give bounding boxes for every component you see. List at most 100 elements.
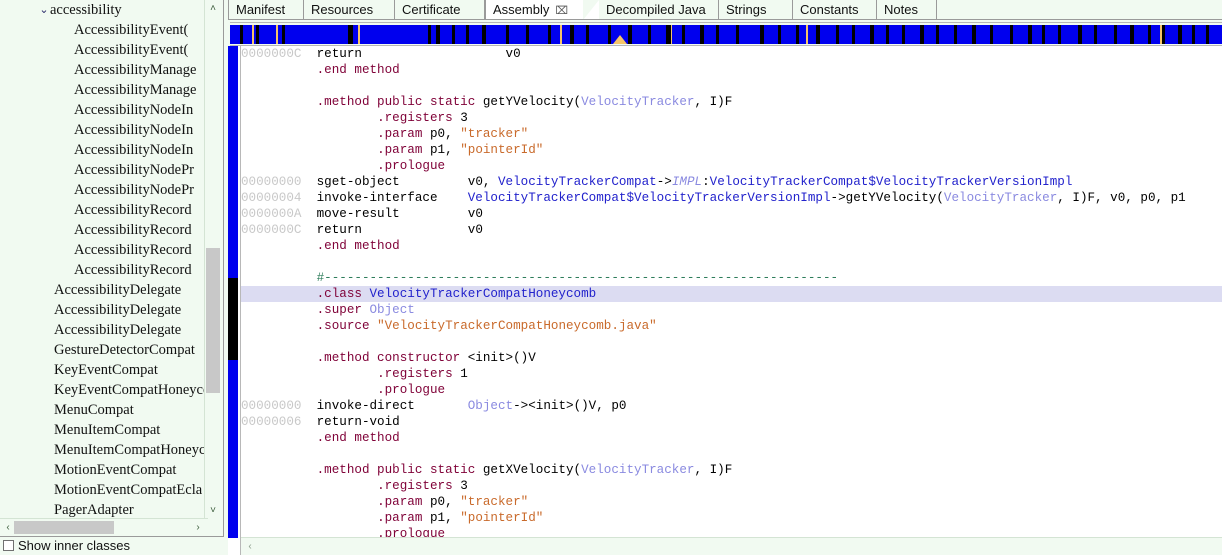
tree-children-group: AccessibilityEvent(AccessibilityEvent(Ac… (0, 20, 208, 280)
code-line[interactable] (241, 254, 1222, 270)
tab-notes[interactable]: Notes (877, 0, 937, 20)
scroll-up-icon[interactable]: ˄ (205, 0, 221, 17)
tab-decompiled-java[interactable]: Decompiled Java (599, 0, 719, 20)
code-line[interactable]: .param p0, "tracker" (241, 494, 1222, 510)
tab-manifest[interactable]: Manifest (228, 0, 304, 20)
tree-item[interactable]: AccessibilityManage (0, 80, 208, 100)
tree-horizontal-scrollbar[interactable]: ‹ › (0, 518, 208, 536)
code-token-gap (317, 111, 377, 125)
tree-item-label: KeyEventCompat (54, 362, 158, 378)
tree-hscroll-thumb[interactable] (14, 521, 114, 534)
tree-vertical-scrollbar[interactable]: ˄ ˅ (204, 0, 221, 519)
close-icon[interactable]: ⌧ (555, 1, 568, 21)
tree-item[interactable]: AccessibilityRecord (0, 240, 208, 260)
code-line[interactable]: .end method (241, 430, 1222, 446)
tree-item-label: KeyEventCompatHoneyco (54, 382, 208, 398)
address-gap (301, 127, 316, 141)
tree-item[interactable]: AccessibilityDelegate (0, 300, 208, 320)
code-line[interactable]: .param p0, "tracker" (241, 126, 1222, 142)
tree-item[interactable]: AccessibilityDelegate (0, 320, 208, 340)
chevron-down-icon[interactable]: ⌄ (38, 0, 50, 20)
tree-item[interactable]: AccessibilityRecord (0, 200, 208, 220)
code-line[interactable]: .method public static getYVelocity(Veloc… (241, 94, 1222, 110)
code-line[interactable]: .registers 3 (241, 478, 1222, 494)
code-line[interactable]: 00000004 invoke-interface VelocityTracke… (241, 190, 1222, 206)
code-line[interactable]: 0000000C return v0 (241, 222, 1222, 238)
tree-vscroll-thumb[interactable] (206, 248, 220, 393)
tree-item[interactable]: AccessibilityEvent( (0, 40, 208, 60)
tree-item[interactable]: AccessibilityNodeIn (0, 120, 208, 140)
tree-item[interactable]: AccessibilityNodePr (0, 180, 208, 200)
tree-item[interactable]: AccessibilityRecord (0, 220, 208, 240)
scroll-right-icon[interactable]: › (191, 519, 205, 536)
tree-item[interactable]: MenuItemCompat (0, 420, 208, 440)
code-line[interactable]: .end method (241, 238, 1222, 254)
show-inner-classes-row[interactable]: Show inner classes (0, 537, 228, 555)
tree-item[interactable]: MenuCompat (0, 400, 208, 420)
tree-item[interactable]: AccessibilityDelegate (0, 280, 208, 300)
code-line[interactable]: .prologue (241, 382, 1222, 398)
code-line[interactable]: .end method (241, 62, 1222, 78)
tree-item[interactable]: AccessibilityNodeIn (0, 140, 208, 160)
code-lines[interactable]: 0000000C return v0 .end method .method p… (241, 46, 1222, 538)
tab-strings[interactable]: Strings (719, 0, 793, 20)
tree-item[interactable]: KeyEventCompat (0, 360, 208, 380)
tab-assembly[interactable]: Assembly ⌧ (485, 0, 583, 20)
tree-item-label: MotionEventCompatEcla (54, 482, 203, 498)
code-line[interactable]: 0000000A move-result v0 (241, 206, 1222, 222)
tree-item[interactable]: KeyEventCompatHoneyco (0, 380, 208, 400)
code-line[interactable]: .registers 1 (241, 366, 1222, 382)
tree-item[interactable]: PagerAdapter (0, 500, 208, 519)
tree-item[interactable]: AccessibilityNodeIn (0, 100, 208, 120)
tree-item[interactable]: MenuItemCompatHoneyco (0, 440, 208, 460)
code-line[interactable] (241, 334, 1222, 350)
code-line[interactable]: .method constructor <init>()V (241, 350, 1222, 366)
code-line[interactable]: .prologue (241, 158, 1222, 174)
address-gap (301, 399, 316, 413)
code-token-ital: IMPL (671, 175, 703, 189)
tree-item-accessibility[interactable]: ⌄accessibility (0, 0, 208, 20)
tree-item-label: MenuItemCompat (54, 422, 161, 438)
class-tree-list[interactable]: ⌄accessibility AccessibilityEvent(Access… (0, 0, 208, 519)
code-line[interactable]: .param p1, "pointerId" (241, 510, 1222, 526)
tab-constants[interactable]: Constants (793, 0, 877, 20)
show-inner-classes-checkbox[interactable] (3, 540, 14, 551)
code-line[interactable]: .source "VelocityTrackerCompatHoneycomb.… (241, 318, 1222, 334)
overview-ruler[interactable] (230, 22, 1222, 46)
tree-item[interactable]: AccessibilityNodePr (0, 160, 208, 180)
tree-item[interactable]: AccessibilityRecord (0, 260, 208, 280)
overview-stripe (1178, 25, 1182, 44)
tab-certificate[interactable]: Certificate (395, 0, 485, 20)
code-horizontal-scrollbar[interactable]: ‹ (241, 537, 1222, 555)
tree-item[interactable]: AccessibilityEvent( (0, 20, 208, 40)
tree-item[interactable]: MotionEventCompatEcla (0, 480, 208, 500)
overview-stripe (648, 25, 651, 44)
code-line[interactable]: .method public static getXVelocity(Veloc… (241, 462, 1222, 478)
overview-ruler-track[interactable] (230, 25, 1222, 44)
code-address (241, 159, 301, 173)
code-line[interactable]: .param p1, "pointerId" (241, 142, 1222, 158)
code-line[interactable]: .registers 3 (241, 110, 1222, 126)
tree-item-label: MenuItemCompatHoneyco (54, 442, 208, 458)
assembly-code-editor[interactable]: 0000000C return v0 .end method .method p… (228, 46, 1222, 555)
code-line[interactable]: 00000000 invoke-direct Object-><init>()V… (241, 398, 1222, 414)
tree-item[interactable]: AccessibilityManage (0, 60, 208, 80)
code-line[interactable]: 0000000C return v0 (241, 46, 1222, 62)
code-line[interactable]: 00000006 return-void (241, 414, 1222, 430)
code-line[interactable]: .super Object (241, 302, 1222, 318)
code-line[interactable] (241, 78, 1222, 94)
scroll-left-icon[interactable]: ‹ (1, 519, 15, 536)
code-line[interactable]: 00000000 sget-object v0, VelocityTracker… (241, 174, 1222, 190)
overview-stripe (526, 25, 529, 44)
scroll-down-icon[interactable]: ˅ (205, 502, 221, 519)
overview-ruler-marker[interactable] (613, 35, 627, 44)
overview-stripe (282, 25, 285, 44)
code-line[interactable]: .class VelocityTrackerCompatHoneycomb (241, 286, 1222, 302)
code-line[interactable]: #---------------------------------------… (241, 270, 1222, 286)
tab-resources[interactable]: Resources (304, 0, 395, 20)
tree-item[interactable]: MotionEventCompat (0, 460, 208, 480)
tree-item-label: AccessibilityNodeIn (74, 122, 194, 138)
tree-item[interactable]: GestureDetectorCompat (0, 340, 208, 360)
code-scroll-left-icon[interactable]: ‹ (243, 538, 257, 555)
code-line[interactable] (241, 446, 1222, 462)
